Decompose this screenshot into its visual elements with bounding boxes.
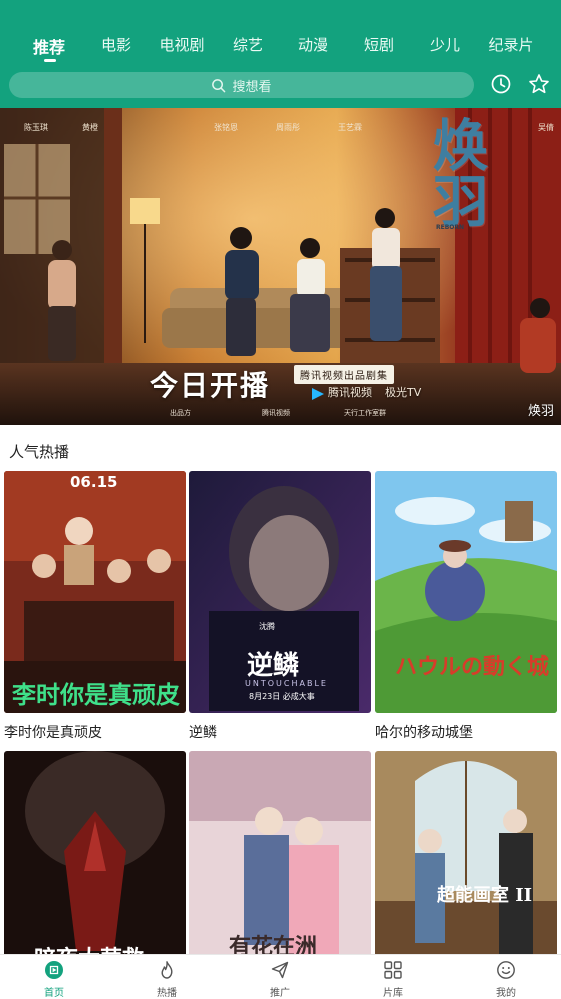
top-header: 推荐 电影 电视剧 综艺 动漫 短剧 少儿 纪录片 搜想看 <box>0 0 561 108</box>
banner-studio: 天行工作室群 <box>344 409 386 417</box>
banner-production-tag: 腾讯视频出品剧集 <box>294 365 394 384</box>
poster-title-text: ハウルの動く城 <box>395 655 550 680</box>
tab-documentary[interactable]: 纪录片 <box>488 34 533 55</box>
poster-title-text: 李时你是真顽皮 <box>12 680 180 709</box>
section-title-popular: 人气热播 <box>9 443 70 461</box>
nav-library-label: 片库 <box>383 988 403 999</box>
banner-platform-aurora: 极光TV <box>385 386 422 399</box>
video-card[interactable]: 沈腾 逆鳞 UNTOUCHABLE 8月23日 必成大事 逆鳞 <box>189 471 371 741</box>
banner-title: 焕羽 <box>528 404 555 419</box>
tab-movies[interactable]: 电影 <box>101 34 131 55</box>
search-placeholder: 搜想看 <box>232 79 272 95</box>
poster-title-text: 逆鳞 <box>247 651 300 681</box>
banner-cast-name: 王艺霖 <box>338 123 362 132</box>
video-poster[interactable]: 沈腾 逆鳞 UNTOUCHABLE 8月23日 必成大事 <box>189 471 371 713</box>
poster-english: UNTOUCHABLE <box>245 679 328 688</box>
banner-cast-name: 吴倩 <box>538 123 554 132</box>
tab-recommend[interactable]: 推荐 <box>33 34 65 58</box>
nav-profile[interactable]: 我的 <box>466 955 546 999</box>
favorites-button[interactable] <box>528 73 550 95</box>
tab-anime[interactable]: 动漫 <box>298 34 328 55</box>
banner-cast-name: 黄橙 <box>82 123 98 132</box>
category-tabs: 推荐 电影 电视剧 综艺 动漫 短剧 少儿 纪录片 <box>0 28 561 68</box>
nav-hot[interactable]: 热播 <box>127 955 207 999</box>
video-poster[interactable]: 06.15 李时你是真顽皮 <box>4 471 186 713</box>
hero-banner[interactable]: 焕羽 REBORN 陈玉琪 黄橙 张铭恩 周雨彤 王艺霖 吴倩 今日开播 腾讯视… <box>0 108 561 425</box>
play-circle-icon <box>45 961 63 979</box>
send-icon <box>271 961 289 979</box>
nav-promote-label: 推广 <box>270 988 290 999</box>
banner-cast-name: 陈玉琪 <box>24 123 48 132</box>
nav-hot-label: 热播 <box>157 988 177 999</box>
video-poster[interactable]: ハウルの動く城 <box>375 471 557 713</box>
banner-producer-logo: 腾讯视频 <box>262 409 290 417</box>
nav-profile-label: 我的 <box>496 988 516 999</box>
tab-tv-series[interactable]: 电视剧 <box>159 34 204 55</box>
banner-cast-name: 周雨彤 <box>276 123 300 132</box>
nav-home-label: 首页 <box>44 988 64 999</box>
clock-icon <box>491 74 511 94</box>
video-title[interactable]: 哈尔的移动城堡 <box>375 722 473 742</box>
video-title[interactable]: 逆鳞 <box>189 722 217 742</box>
star-icon <box>529 74 549 94</box>
video-card[interactable]: 06.15 李时你是真顽皮 李时你是真顽皮 <box>4 471 186 741</box>
nav-promote[interactable]: 推广 <box>240 955 320 999</box>
poster-date: 06.15 <box>70 473 118 491</box>
poster-actor: 沈腾 <box>259 622 275 631</box>
tab-variety[interactable]: 综艺 <box>233 34 263 55</box>
active-tab-indicator <box>44 59 56 62</box>
banner-platform-tencent: 腾讯视频 <box>328 386 372 399</box>
video-card[interactable]: ハウルの動く城 哈尔的移动城堡 <box>375 471 557 741</box>
smile-icon <box>497 961 515 979</box>
nav-library[interactable]: 片库 <box>353 955 433 999</box>
nav-home[interactable]: 首页 <box>14 955 94 999</box>
search-bar[interactable]: 搜想看 <box>9 72 474 98</box>
bottom-navigation: 首页 热播 推广 片库 我的 <box>0 954 561 999</box>
video-title[interactable]: 李时你是真顽皮 <box>4 722 102 742</box>
banner-english-subtitle: REBORN <box>436 224 465 231</box>
search-icon <box>212 78 226 92</box>
poster-title-text: 超能画室 II <box>437 885 533 906</box>
poster-release: 8月23日 必成大事 <box>249 692 315 701</box>
tab-short-drama[interactable]: 短剧 <box>364 34 394 55</box>
flame-icon <box>161 961 173 979</box>
tab-kids[interactable]: 少儿 <box>430 34 460 55</box>
grid-icon <box>384 961 402 979</box>
banner-headline: 今日开播 <box>150 369 271 402</box>
history-button[interactable] <box>490 73 512 95</box>
banner-cast-name: 张铭恩 <box>214 123 238 132</box>
banner-producer-label: 出品方 <box>170 409 191 417</box>
banner-calligraphy-title: 焕羽 <box>423 116 489 228</box>
